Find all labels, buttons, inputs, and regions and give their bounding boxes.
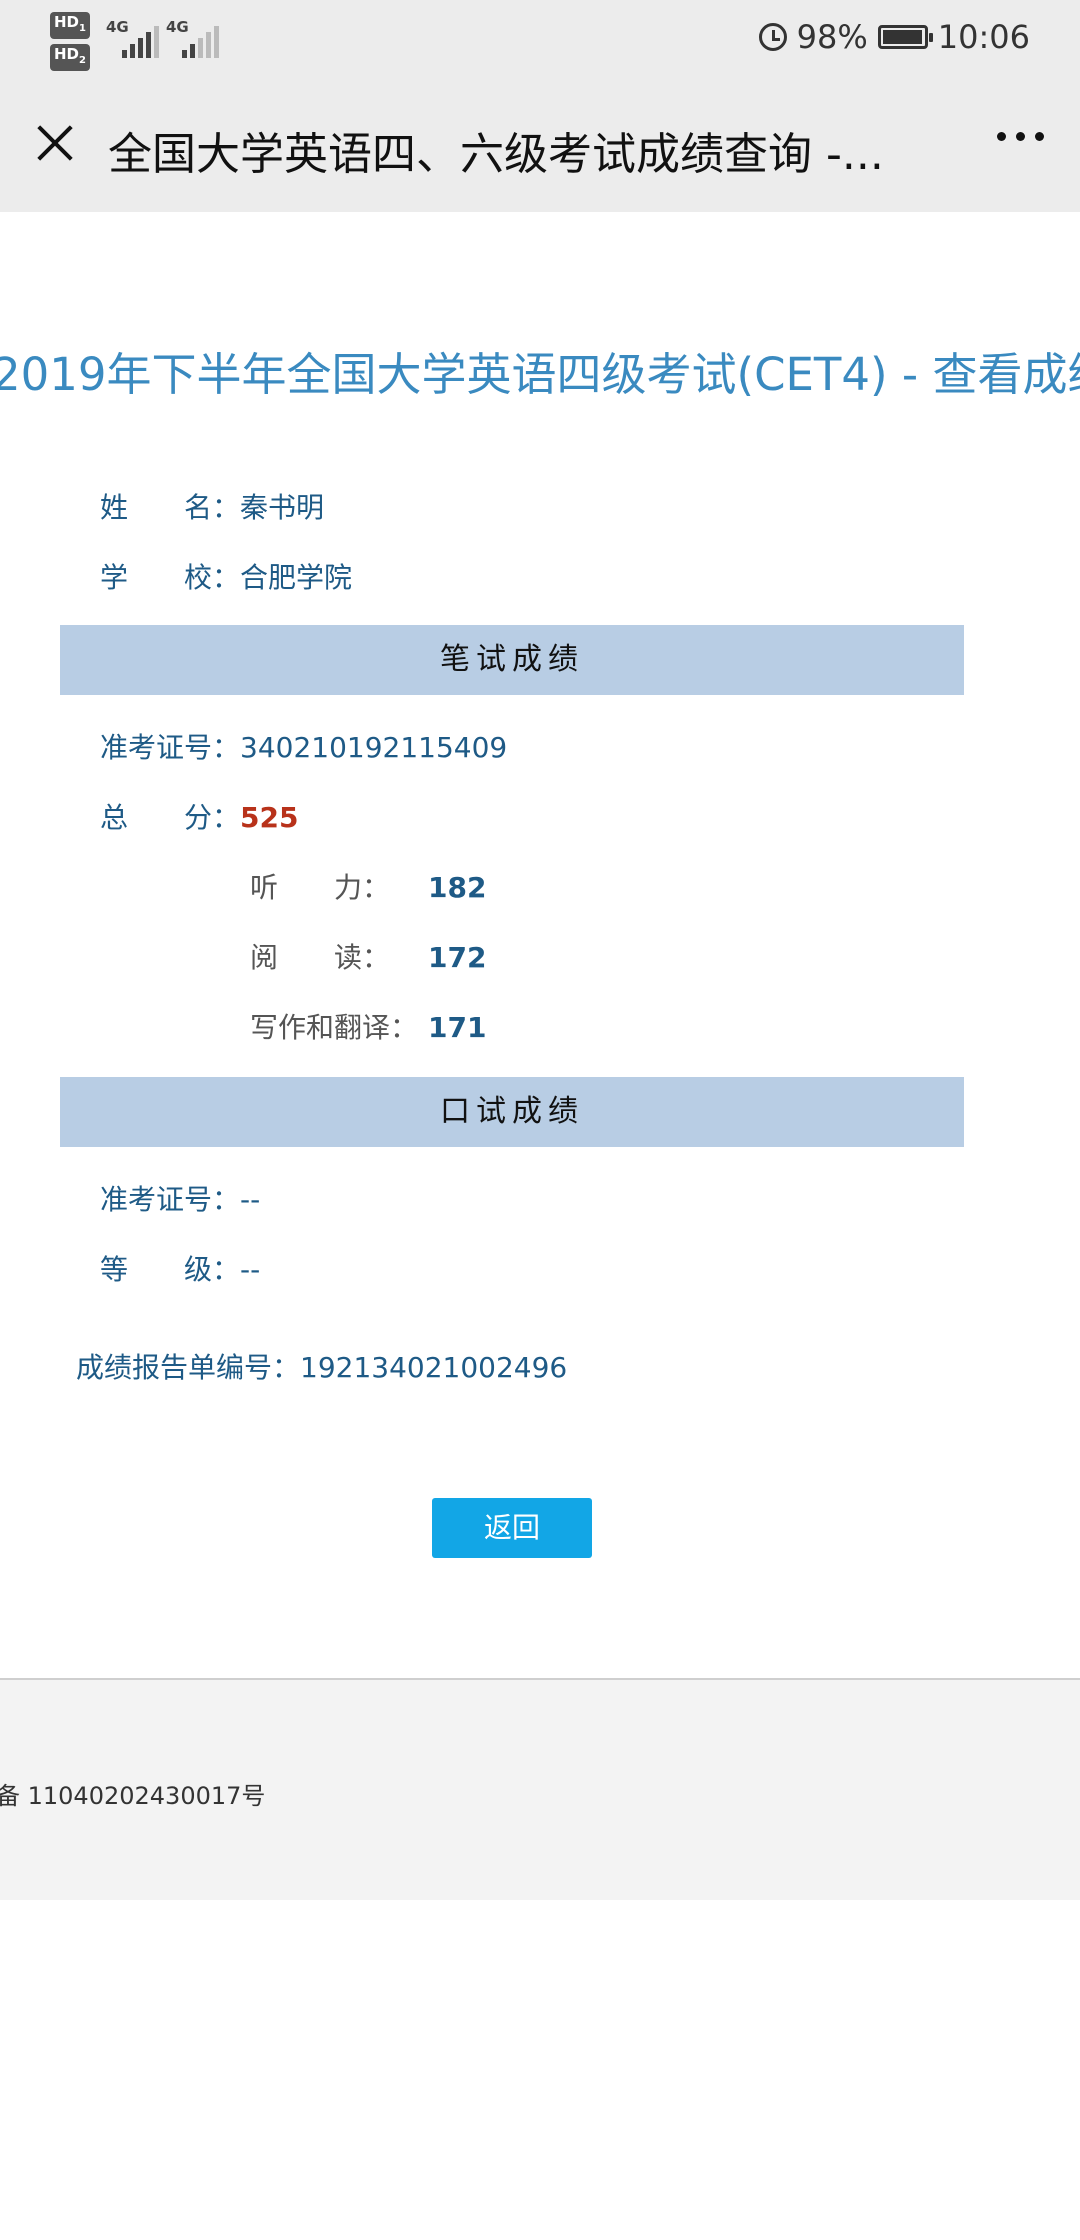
hd-sim2-badge: HD2 — [50, 44, 90, 71]
report-number-value: 192134021002496 — [300, 1351, 568, 1384]
back-button[interactable]: 返回 — [432, 1498, 592, 1558]
exam-heading: 2019年下半年全国大学英语四级考试(CET4) - 查看成绩 — [0, 348, 1080, 401]
total-score-label: 总 分： — [100, 801, 241, 834]
battery-percent: 98% — [796, 18, 868, 56]
signal1-icon — [122, 26, 159, 58]
close-icon[interactable] — [28, 116, 82, 170]
name-value: 秦书明 — [240, 491, 325, 524]
oral-section-header: 口试成绩 — [60, 1077, 964, 1147]
listening-row: 听 力： 182 — [250, 866, 486, 906]
reading-label: 阅 读： — [250, 941, 391, 974]
oral-ticket-value: -- — [240, 1183, 261, 1216]
written-ticket-label: 准考证号： — [100, 731, 241, 764]
status-right: 98% 10:06 — [758, 18, 1030, 56]
total-score-row: 总 分：525 — [100, 796, 298, 836]
reading-row: 阅 读： 172 — [250, 936, 486, 976]
oral-grade-row: 等 级：-- — [100, 1248, 260, 1288]
oral-ticket-row: 准考证号：-- — [100, 1178, 260, 1218]
report-number-label: 成绩报告单编号： — [76, 1351, 301, 1384]
battery-icon — [877, 25, 933, 49]
report-number-row: 成绩报告单编号：192134021002496 — [76, 1346, 567, 1386]
writing-value: 171 — [428, 1011, 487, 1044]
more-options-icon[interactable] — [997, 132, 1044, 141]
icp-record-text: 备 11040202430017号 — [0, 1782, 266, 1810]
school-value: 合肥学院 — [240, 561, 353, 594]
status-bar: HD1 HD2 4G 4G 98% 10:06 — [0, 0, 1080, 80]
written-section-header: 笔试成绩 — [60, 625, 964, 695]
name-row: 姓 名：秦书明 — [100, 486, 324, 526]
clock: 10:06 — [937, 18, 1030, 56]
listening-label: 听 力： — [250, 871, 391, 904]
school-row: 学 校：合肥学院 — [100, 556, 352, 596]
writing-row: 写作和翻译： 171 — [250, 1006, 486, 1046]
oral-grade-label: 等 级： — [100, 1253, 241, 1286]
total-score-value: 525 — [240, 801, 299, 834]
signal2-icon — [182, 26, 219, 58]
hd-sim1-badge: HD1 — [50, 12, 90, 39]
written-ticket-value: 340210192115409 — [240, 731, 508, 764]
oral-ticket-label: 准考证号： — [100, 1183, 241, 1216]
written-ticket-row: 准考证号：340210192115409 — [100, 726, 507, 766]
page-title: 全国大学英语四、六级考试成绩查询 -... — [108, 129, 884, 180]
alarm-icon — [758, 23, 787, 51]
reading-value: 172 — [428, 941, 487, 974]
listening-value: 182 — [428, 871, 487, 904]
oral-grade-value: -- — [240, 1253, 261, 1286]
name-label: 姓 名： — [100, 491, 241, 524]
footer: 备 11040202430017号 — [0, 1680, 1080, 1900]
school-label: 学 校： — [100, 561, 241, 594]
writing-label: 写作和翻译： — [250, 1011, 419, 1044]
title-bar: 全国大学英语四、六级考试成绩查询 -... — [0, 80, 1080, 212]
